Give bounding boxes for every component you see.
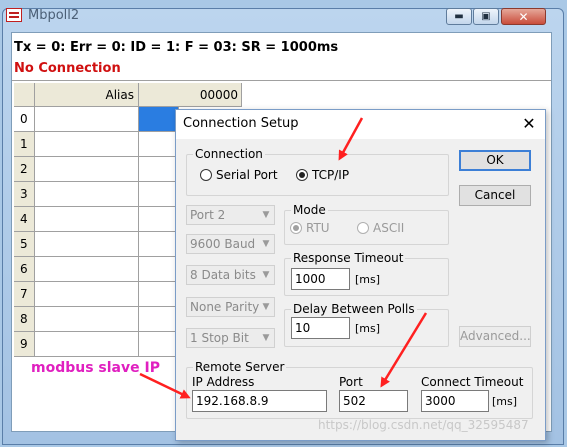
- radio-on-icon: [290, 222, 302, 234]
- data-bits-select[interactable]: 8 Data bits ▼: [186, 265, 275, 285]
- connection-group-label: Connection: [193, 147, 265, 161]
- radio-off-icon: [200, 169, 212, 181]
- status-line: Tx = 0: Err = 0: ID = 1: F = 03: SR = 10…: [14, 40, 339, 55]
- port-label: Port: [339, 375, 363, 389]
- row-number: 4: [14, 207, 35, 232]
- response-timeout-unit: [ms]: [355, 273, 381, 286]
- delay-between-polls-unit: [ms]: [355, 322, 381, 335]
- row-number: 2: [14, 157, 35, 182]
- chevron-down-icon: ▼: [262, 333, 270, 343]
- radio-on-icon: [296, 169, 308, 181]
- ip-address-label: IP Address: [192, 375, 255, 389]
- parity-select[interactable]: None Parity ▼: [186, 297, 275, 317]
- row-number: 6: [14, 257, 35, 282]
- delay-between-polls-input[interactable]: 10: [291, 317, 350, 339]
- ip-address-input[interactable]: 192.168.8.9: [192, 390, 327, 412]
- stop-bits-select-value: 1 Stop Bit: [190, 331, 249, 345]
- serial-port-radio[interactable]: Serial Port: [200, 168, 278, 182]
- ascii-label: ASCII: [373, 221, 405, 235]
- ok-button[interactable]: OK: [459, 150, 531, 171]
- connect-timeout-label: Connect Timeout: [421, 375, 524, 389]
- alias-cell[interactable]: [35, 157, 139, 182]
- alias-cell[interactable]: [35, 232, 139, 257]
- row-number: 3: [14, 182, 35, 207]
- value-cell[interactable]: [139, 157, 179, 182]
- rtu-radio[interactable]: RTU: [290, 221, 330, 235]
- alias-cell[interactable]: [35, 332, 139, 357]
- baud-select-value: 9600 Baud: [190, 237, 256, 251]
- serial-port-label: Serial Port: [216, 168, 278, 182]
- value-cell[interactable]: [139, 332, 179, 357]
- row-number: 0: [14, 107, 35, 132]
- delay-between-polls-label: Delay Between Polls: [291, 302, 417, 316]
- response-timeout-input[interactable]: 1000: [291, 268, 350, 290]
- row-number: 1: [14, 132, 35, 157]
- grid-corner: [14, 83, 35, 107]
- maximize-button[interactable]: ▣: [473, 8, 499, 25]
- minimize-button[interactable]: ▬: [446, 8, 472, 25]
- divider: [12, 80, 551, 81]
- alias-cell[interactable]: [35, 107, 139, 132]
- port-input[interactable]: 502: [339, 390, 408, 412]
- parity-select-value: None Parity: [190, 300, 260, 314]
- row-number: 8: [14, 307, 35, 332]
- value-cell[interactable]: [139, 207, 179, 232]
- chevron-down-icon: ▼: [262, 270, 270, 280]
- value-cell-selected[interactable]: [139, 107, 179, 132]
- connect-timeout-unit: [ms]: [492, 395, 518, 408]
- chevron-down-icon: ▼: [262, 210, 270, 220]
- close-button[interactable]: ✕: [501, 8, 546, 25]
- advanced-button[interactable]: Advanced...: [459, 326, 531, 347]
- alias-cell[interactable]: [35, 182, 139, 207]
- delay-between-polls-group: Delay Between Polls 10 [ms]: [284, 302, 449, 347]
- tcp-ip-label: TCP/IP: [312, 168, 350, 182]
- ascii-radio[interactable]: ASCII: [357, 221, 404, 235]
- chevron-down-icon: ▼: [262, 302, 270, 312]
- remote-server-group: Remote Server IP Address 192.168.8.9 Por…: [186, 360, 533, 419]
- tcp-ip-radio[interactable]: TCP/IP: [296, 168, 349, 182]
- window-title: Mbpoll2: [28, 8, 80, 23]
- dialog-close-icon[interactable]: ✕: [519, 114, 539, 134]
- baud-select[interactable]: 9600 Baud ▼: [186, 234, 275, 254]
- chevron-down-icon: ▼: [262, 239, 270, 249]
- port-select[interactable]: Port 2 ▼: [186, 205, 275, 225]
- alias-cell[interactable]: [35, 307, 139, 332]
- response-timeout-label: Response Timeout: [291, 251, 406, 265]
- value-cell[interactable]: [139, 182, 179, 207]
- value-cell[interactable]: [139, 232, 179, 257]
- row-number: 9: [14, 332, 35, 357]
- connection-group: Connection Serial Port TCP/IP: [186, 147, 449, 196]
- connection-setup-dialog: Connection Setup ✕ Connection Serial Por…: [175, 109, 546, 441]
- response-timeout-group: Response Timeout 1000 [ms]: [284, 251, 449, 296]
- alias-cell[interactable]: [35, 132, 139, 157]
- watermark: https://blog.csdn.net/qq_32595487: [318, 418, 529, 432]
- mode-group-label: Mode: [291, 203, 328, 217]
- cancel-button[interactable]: Cancel: [459, 185, 531, 206]
- alias-cell[interactable]: [35, 207, 139, 232]
- dialog-title: Connection Setup: [183, 116, 299, 131]
- alias-cell[interactable]: [35, 257, 139, 282]
- value-cell[interactable]: [139, 132, 179, 157]
- value-cell[interactable]: [139, 307, 179, 332]
- remote-server-label: Remote Server: [193, 360, 287, 374]
- data-bits-select-value: 8 Data bits: [190, 268, 256, 282]
- grid-header-alias[interactable]: Alias: [35, 83, 139, 107]
- stop-bits-select[interactable]: 1 Stop Bit ▼: [186, 328, 275, 348]
- value-cell[interactable]: [139, 282, 179, 307]
- app-icon: [6, 8, 22, 22]
- annotation-text: modbus slave IP: [31, 360, 160, 376]
- value-cell[interactable]: [139, 257, 179, 282]
- rtu-label: RTU: [306, 221, 330, 235]
- connection-status: No Connection: [14, 61, 121, 76]
- connect-timeout-input[interactable]: 3000: [421, 390, 489, 412]
- row-number: 5: [14, 232, 35, 257]
- grid-header-value[interactable]: 00000: [139, 83, 242, 107]
- radio-off-icon: [357, 222, 369, 234]
- mode-group: Mode RTU ASCII: [284, 203, 449, 245]
- port-select-value: Port 2: [190, 208, 226, 222]
- row-number: 7: [14, 282, 35, 307]
- alias-cell[interactable]: [35, 282, 139, 307]
